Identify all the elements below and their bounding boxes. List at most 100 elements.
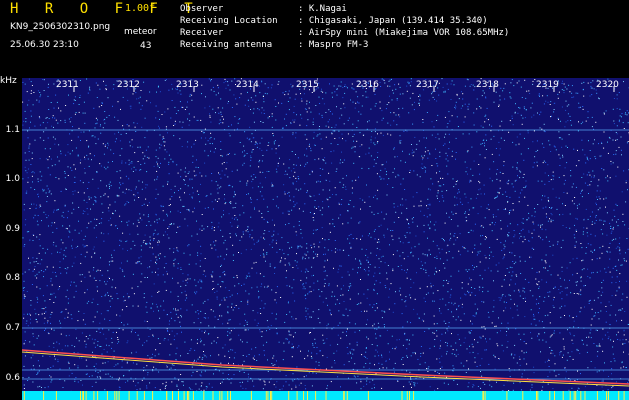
baseline-spike (250, 391, 252, 400)
baseline-spike (482, 391, 484, 400)
x-tick-label: 2316 (356, 80, 379, 90)
baseline-spike (93, 391, 95, 400)
baseline-spike (106, 391, 108, 400)
baseline-spike (203, 391, 205, 400)
y-tick-label: 1.0 (5, 174, 20, 184)
baseline-spike (569, 391, 571, 400)
baseline-spike (346, 391, 348, 400)
antenna-label: Receiving antenna (180, 40, 273, 50)
baseline-spike (401, 391, 403, 400)
baseline-spike (227, 391, 229, 400)
baseline-spike (270, 391, 271, 400)
baseline-spike (409, 391, 410, 400)
location-label: Receiving Location (180, 16, 278, 26)
baseline-spike (325, 391, 327, 400)
location-value: : Chigasaki, Japan (139.414 35.340) (298, 16, 488, 26)
spectrogram (22, 78, 629, 400)
baseline-spike (537, 391, 539, 400)
receiver-row: Receiver : AirSpy mini (Miakejima VOR 108… (180, 27, 509, 39)
baseline-spike (367, 391, 369, 400)
baseline-spike (608, 391, 609, 400)
y-tick-label: 0.8 (5, 273, 20, 283)
noise-layer (22, 78, 629, 400)
baseline-spike (80, 391, 81, 400)
baseline-spike (536, 391, 537, 400)
receiver-label: Receiver (180, 28, 224, 38)
baseline-spike (584, 391, 586, 400)
baseline-spike (128, 391, 130, 400)
x-tick-label: 2318 (476, 80, 499, 90)
baseline-spike (230, 391, 231, 400)
spectrogram-canvas (22, 78, 629, 400)
baseline-spike (172, 391, 173, 400)
baseline-spike (114, 391, 116, 400)
baseline-spike (618, 391, 620, 400)
baseline-spike (192, 391, 194, 400)
baseline-spike (580, 391, 582, 400)
app-version: 1.00f (125, 3, 156, 14)
baseline-spike (43, 391, 45, 400)
baseline-spike (212, 391, 214, 400)
x-tick-label: 2314 (236, 80, 259, 90)
location-row: Receiving Location : Chigasaki, Japan (13… (180, 15, 509, 27)
image-filename: KN9_2506302310.png (10, 22, 111, 32)
y-tick-label: 1.1 (5, 125, 20, 135)
baseline-spike (484, 391, 486, 400)
x-tick-label: 2315 (296, 80, 319, 90)
y-tick-label: 0.7 (5, 323, 20, 333)
observer-row: Observer : K.Nagai (180, 3, 509, 15)
x-tick-label: 2317 (416, 80, 439, 90)
x-tick-label: 2313 (176, 80, 199, 90)
baseline-spike (136, 391, 138, 400)
y-tick-label: 0.9 (5, 224, 20, 234)
baseline-spike (143, 391, 145, 400)
x-tick-label: 2319 (536, 80, 559, 90)
observer-label: Observer (180, 4, 224, 14)
station-info: Observer : K.Nagai Receiving Location : Ch… (180, 3, 509, 51)
baseline-spike (187, 391, 188, 400)
baseline-spike (307, 391, 308, 400)
baseline-spike (343, 391, 345, 400)
antenna-row: Receiving antenna : Maspro FM-3 (180, 39, 509, 51)
baseline-spike (178, 391, 179, 400)
baseline-spike (406, 391, 408, 400)
baseline-spike (623, 391, 625, 400)
baseline-spike (549, 391, 551, 400)
x-tick-label: 2311 (56, 80, 79, 90)
baseline-spike (219, 391, 221, 400)
header-panel: H R O F F T 1.00f KN9_2506302310.png 25.… (0, 0, 629, 76)
meteor-count-label: meteor (124, 27, 157, 37)
baseline-spike (183, 391, 185, 400)
baseline-spike (315, 391, 317, 400)
baseline-spike (303, 391, 305, 400)
observation-datetime: 25.06.30 23:10 (10, 40, 79, 50)
baseline-spike (188, 391, 190, 400)
baseline-spike (575, 391, 577, 400)
baseline-spike (85, 391, 87, 400)
app-logo: H R O F F T (10, 1, 202, 17)
baseline-spike (152, 391, 154, 400)
baseline-spike (413, 391, 415, 400)
baseline-spike (271, 391, 273, 400)
baseline-spike (554, 391, 555, 400)
x-tick-label: 2312 (117, 80, 140, 90)
baseline-spike (116, 391, 118, 400)
y-tick-label: 0.6 (5, 373, 20, 383)
baseline-spike (522, 391, 524, 400)
baseline-spike (596, 391, 598, 400)
baseline-spike (267, 391, 269, 400)
baseline-spike (562, 391, 564, 400)
baseline-spike (97, 391, 99, 400)
baseline-spike (606, 391, 608, 400)
baseline-spike (118, 391, 120, 400)
meteor-count-value: 43 (140, 41, 152, 51)
baseline-spike (506, 391, 508, 400)
observer-value: : K.Nagai (298, 4, 347, 14)
x-tick-label: 2320 (596, 80, 619, 90)
baseline-spike (288, 391, 290, 400)
antenna-value: : Maspro FM-3 (298, 40, 369, 50)
baseline-spike (55, 391, 57, 400)
baseline-spike (573, 391, 575, 400)
receiver-value: : AirSpy mini (Miakejima VOR 108.65MHz) (298, 28, 510, 38)
baseline-spike (166, 391, 168, 400)
